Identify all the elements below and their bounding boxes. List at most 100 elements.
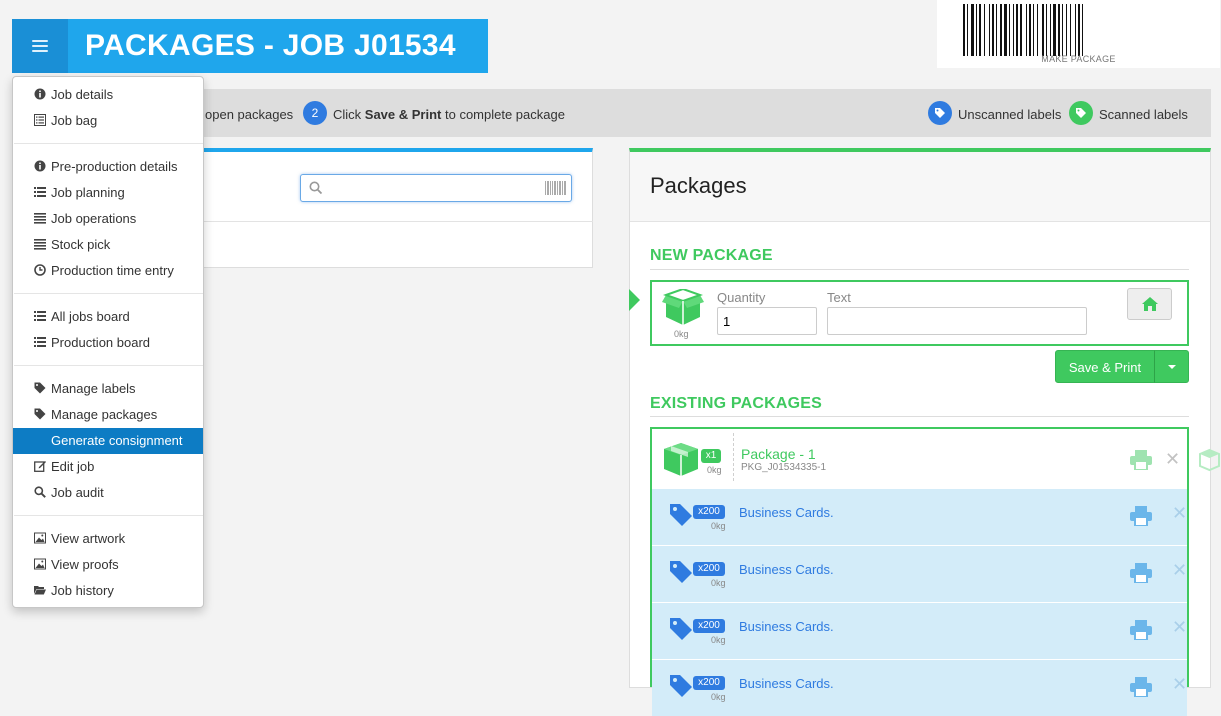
item-weight: 0kg xyxy=(711,692,726,702)
new-package-weight: 0kg xyxy=(674,329,689,339)
clock-icon xyxy=(34,263,51,278)
remove-item-icon[interactable]: ✕ xyxy=(1172,560,1187,580)
barcode-scan-icon[interactable] xyxy=(545,181,567,195)
new-package-heading: NEW PACKAGE xyxy=(650,247,773,264)
divider xyxy=(650,269,1189,270)
closed-box-icon xyxy=(664,443,698,476)
picture-icon xyxy=(34,557,51,572)
edit-icon xyxy=(34,459,51,474)
menu-item-label: Job bag xyxy=(51,113,98,128)
menu-item-manage-packages[interactable]: Manage packages xyxy=(13,402,203,428)
step2-text: Click Save & Print to complete package xyxy=(333,107,565,122)
package-item-row[interactable]: x200 0kg Business Cards. ✕ xyxy=(652,602,1187,659)
remove-item-icon[interactable]: ✕ xyxy=(1172,503,1187,523)
menu-divider xyxy=(14,365,203,366)
menu-item-label: Job planning xyxy=(51,185,125,200)
tag-icon xyxy=(34,407,51,422)
info-icon xyxy=(34,87,51,102)
menu-item-job-audit[interactable]: Job audit xyxy=(13,480,203,506)
print-label-icon[interactable] xyxy=(1130,620,1152,640)
menu-item-job-history[interactable]: Job history xyxy=(13,578,203,604)
folder-open-icon xyxy=(34,583,51,598)
item-name[interactable]: Business Cards. xyxy=(739,619,834,634)
menu-item-generate-consignment[interactable]: Generate consignment xyxy=(13,428,203,454)
open-packages-panel xyxy=(200,148,593,268)
caret-down-icon xyxy=(1168,365,1176,369)
menu-item-manage-labels[interactable]: Manage labels xyxy=(13,376,203,402)
barcode-icon xyxy=(963,4,1083,56)
menu-item-label: Edit job xyxy=(51,459,95,474)
menu-item-all-jobs-board[interactable]: All jobs board xyxy=(13,304,203,330)
menu-item-label: View artwork xyxy=(51,531,126,546)
menu-item-label: Job history xyxy=(51,583,114,598)
menu-item-stock-pick[interactable]: Stock pick xyxy=(13,232,203,258)
scanned-legend-label: Scanned labels xyxy=(1099,107,1188,122)
picture-icon xyxy=(34,531,51,546)
divider xyxy=(650,416,1189,417)
package-item-row[interactable]: x200 0kg Business Cards. ✕ xyxy=(652,488,1187,545)
search-field[interactable] xyxy=(300,174,572,202)
item-count-badge: x200 xyxy=(693,619,725,633)
menu-item-production-board[interactable]: Production board xyxy=(13,330,203,356)
menu-item-label: Job audit xyxy=(51,485,104,500)
package-weight: 0kg xyxy=(707,465,722,475)
remove-item-icon[interactable]: ✕ xyxy=(1172,617,1187,637)
menu-item-label: Stock pick xyxy=(51,237,111,252)
make-package-barcode[interactable]: MAKE PACKAGE xyxy=(937,0,1220,68)
print-package-icon[interactable] xyxy=(1130,450,1152,470)
step2-bold: Save & Print xyxy=(364,107,442,122)
text-field[interactable] xyxy=(827,307,1087,335)
menu-item-label: Job operations xyxy=(51,211,137,226)
package-item-row[interactable]: x200 0kg Business Cards. ✕ xyxy=(652,659,1187,716)
menu-divider xyxy=(14,293,203,294)
menu-item-edit-job[interactable]: Edit job xyxy=(13,454,203,480)
menu-item-label: All jobs board xyxy=(51,309,130,324)
package-name[interactable]: Package - 1 xyxy=(741,446,816,462)
list-icon xyxy=(34,335,51,350)
menu-item-job-bag[interactable]: Job bag xyxy=(13,108,203,134)
print-label-icon[interactable] xyxy=(1130,677,1152,697)
remove-item-icon[interactable]: ✕ xyxy=(1172,674,1187,694)
label-tag-icon xyxy=(670,618,692,640)
menu-item-pre-production-details[interactable]: Pre-production details xyxy=(13,154,203,180)
delete-package-icon[interactable]: ✕ xyxy=(1165,449,1180,470)
search-icon xyxy=(309,181,323,195)
item-name[interactable]: Business Cards. xyxy=(739,562,834,577)
home-button[interactable] xyxy=(1127,288,1172,320)
quantity-label: Quantity xyxy=(717,290,766,305)
save-print-button[interactable]: Save & Print xyxy=(1055,350,1155,383)
menu-item-job-details[interactable]: Job details xyxy=(13,82,203,108)
menu-item-view-artwork[interactable]: View artwork xyxy=(13,526,203,552)
align-justify-icon xyxy=(34,211,51,226)
page-title: PACKAGES - JOB J01534 xyxy=(68,19,488,73)
step2-suffix: to complete package xyxy=(441,107,565,122)
package-box-icon[interactable] xyxy=(1198,448,1221,472)
item-name[interactable]: Business Cards. xyxy=(739,505,834,520)
menu-item-production-time-entry[interactable]: Production time entry xyxy=(13,258,203,284)
quantity-field[interactable] xyxy=(717,307,817,335)
package-item-row[interactable]: x200 0kg Business Cards. ✕ xyxy=(652,545,1187,602)
unscanned-tag-icon xyxy=(928,101,952,125)
save-options-dropdown[interactable] xyxy=(1154,350,1189,383)
unscanned-legend-label: Unscanned labels xyxy=(958,107,1062,122)
menu-item-job-operations[interactable]: Job operations xyxy=(13,206,203,232)
step2-prefix: Click xyxy=(333,107,365,122)
menu-item-label: View proofs xyxy=(51,557,119,572)
scanned-tag-icon xyxy=(1069,101,1093,125)
open-box-icon xyxy=(662,289,704,325)
search-input[interactable] xyxy=(329,178,543,200)
barcode-label: MAKE PACKAGE xyxy=(1041,54,1116,64)
menu-item-view-proofs[interactable]: View proofs xyxy=(13,552,203,578)
menu-toggle-button[interactable] xyxy=(12,19,68,73)
list-alt-icon xyxy=(34,113,51,128)
menu-item-label: Job details xyxy=(51,87,114,102)
divider xyxy=(200,221,593,222)
item-name[interactable]: Business Cards. xyxy=(739,676,834,691)
packages-title: Packages xyxy=(650,173,747,198)
job-menu-dropdown: Job details Job bag Pre-production details… xyxy=(12,76,204,608)
label-tag-icon xyxy=(670,675,692,697)
print-label-icon[interactable] xyxy=(1130,506,1152,526)
print-label-icon[interactable] xyxy=(1130,563,1152,583)
list-icon xyxy=(34,185,51,200)
menu-item-job-planning[interactable]: Job planning xyxy=(13,180,203,206)
